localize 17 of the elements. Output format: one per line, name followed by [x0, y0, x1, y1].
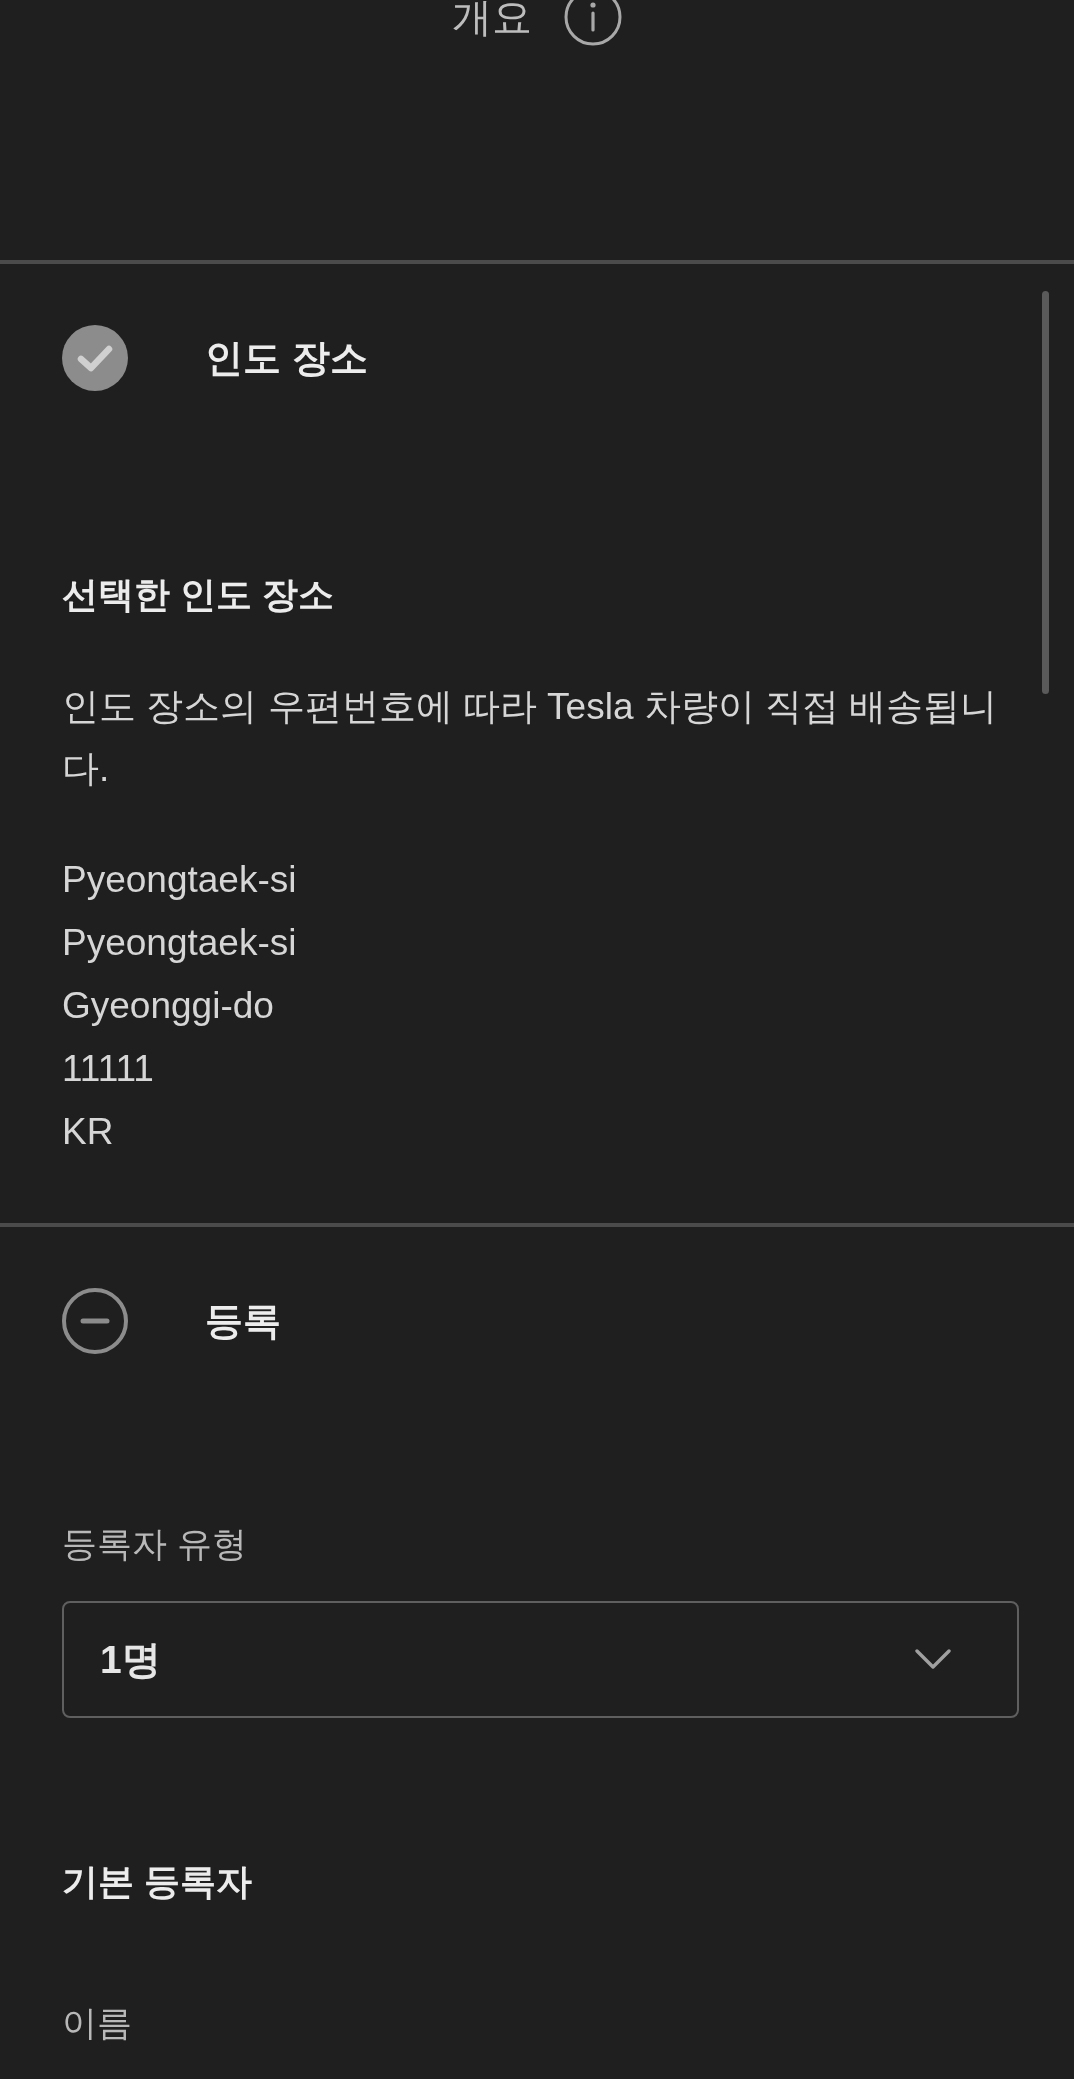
subheading: 기본 등록자 [62, 1860, 252, 1904]
info-icon[interactable] [564, 0, 622, 46]
scrollbar-thumb[interactable] [1042, 291, 1049, 694]
chevron-down-icon [915, 1649, 951, 1670]
address-line: Gyeonggi-do [62, 984, 274, 1028]
address-line: KR [62, 1110, 114, 1154]
description-text: 인도 장소의 우편번호에 따라 Tesla 차량이 직접 배송됩니다. [62, 685, 999, 791]
field-label: 이름 [62, 2002, 132, 2044]
section-title: 등록 [205, 1299, 281, 1344]
address-line: Pyeongtaek-si [62, 858, 297, 902]
subheading: 선택한 인도 장소 [62, 573, 334, 617]
section-title: 인도 장소 [205, 336, 368, 381]
address-line: Pyeongtaek-si [62, 921, 297, 965]
field-label: 등록자 유형 [62, 1523, 247, 1565]
page-title: 개요 [452, 0, 532, 41]
address-line: 11111 [62, 1047, 154, 1091]
dropdown-select[interactable]: 1명 [62, 1601, 1019, 1718]
